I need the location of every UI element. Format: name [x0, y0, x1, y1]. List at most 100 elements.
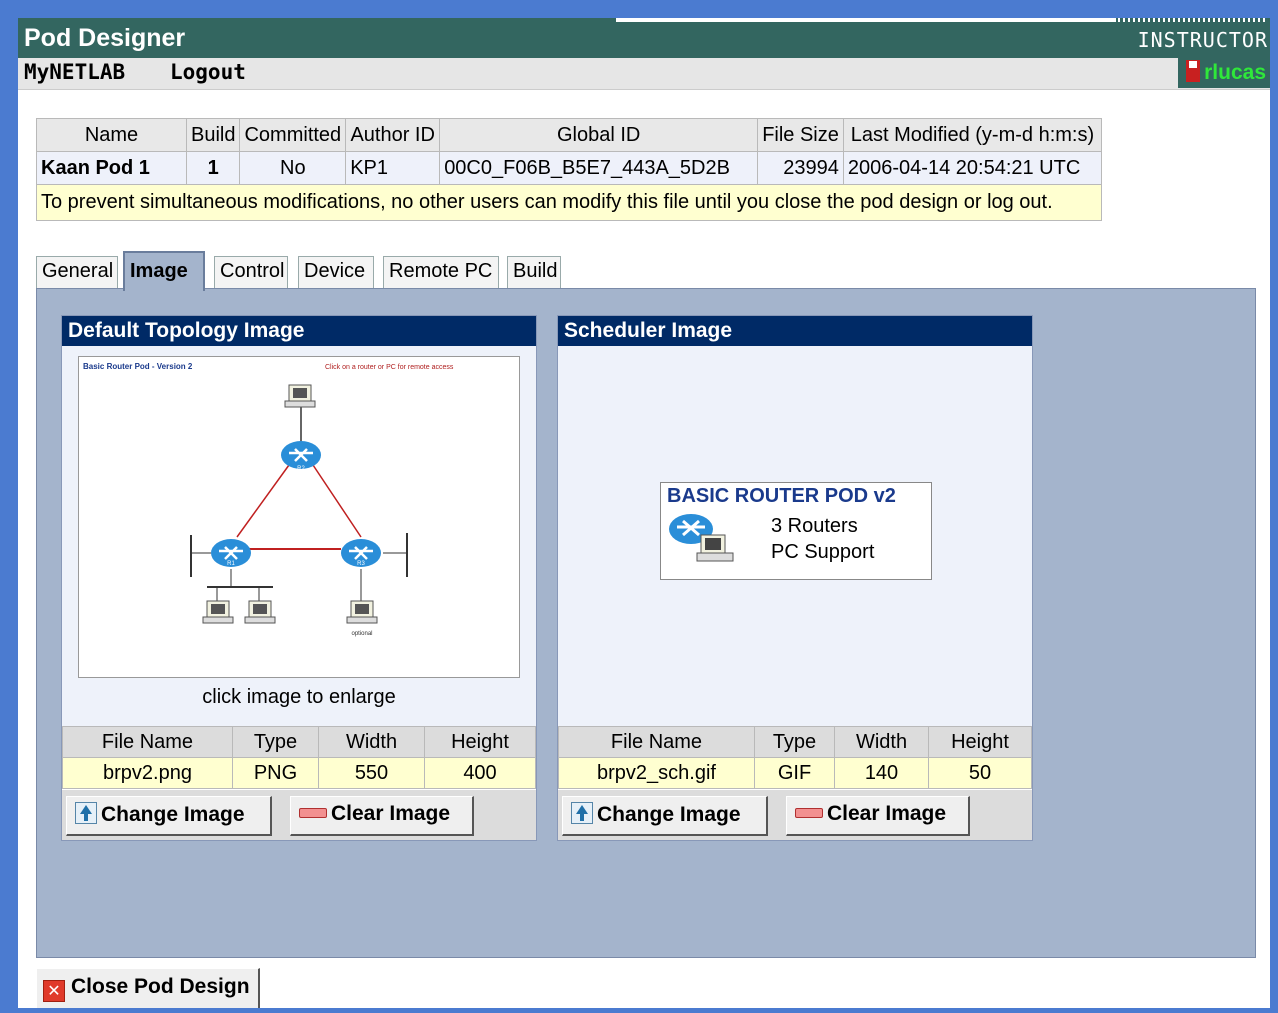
- col-committed: Committed: [239, 118, 347, 152]
- default-file-type: PNG: [232, 757, 319, 789]
- default-file-name: brpv2.png: [62, 757, 233, 789]
- pod-last-modified: 2006-04-14 20:54:21 UTC: [842, 151, 1103, 185]
- app-window: Pod Designer INSTRUCTOR MyNETLAB Logout …: [18, 18, 1270, 1008]
- change-image-label: Change Image: [101, 803, 245, 826]
- scheduler-line-pc: PC Support: [771, 541, 875, 563]
- scheduler-image-meta-table: File Name Type Width Height brpv2_sch.gi…: [558, 726, 1032, 789]
- col-width: Width: [318, 726, 425, 758]
- thumb-note: Click on a router or PC for remote acces…: [325, 364, 454, 371]
- role-label: INSTRUCTOR: [1137, 28, 1268, 52]
- close-icon: ✕: [43, 980, 65, 1002]
- table-header-row: File Name Type Width Height: [558, 726, 1032, 758]
- upload-icon: [75, 802, 97, 824]
- image-tab-panel: Default Topology Image Basic Router Pod …: [36, 288, 1256, 958]
- default-file-height: 400: [424, 757, 536, 789]
- table-row: brpv2_sch.gif GIF 140 50: [558, 757, 1032, 789]
- tab-image[interactable]: Image: [123, 251, 205, 291]
- menu-bar: MyNETLAB Logout: [18, 58, 1270, 90]
- tab-general[interactable]: General: [36, 256, 118, 290]
- r2-label: R2: [297, 466, 305, 472]
- remove-icon: [299, 808, 327, 818]
- pc-r1-b: [244, 600, 276, 624]
- pc-r3: optional: [346, 600, 378, 637]
- clear-image-label: Clear Image: [331, 802, 451, 825]
- router-r1: R1: [211, 539, 251, 567]
- tab-remote-pc[interactable]: Remote PC: [383, 256, 499, 290]
- r3-label: R3: [357, 561, 365, 567]
- col-file-name: File Name: [62, 726, 233, 758]
- col-height: Height: [424, 726, 536, 758]
- col-last-modified: Last Modified (y-m-d h:m:s): [842, 118, 1103, 152]
- default-clear-image-button[interactable]: Clear Image: [290, 796, 474, 836]
- col-type: Type: [232, 726, 319, 758]
- col-author-id: Author ID: [345, 118, 441, 152]
- default-topology-title: Default Topology Image: [62, 316, 536, 346]
- router-pc-icon: [669, 514, 734, 562]
- remove-icon: [795, 808, 823, 818]
- upload-icon: [571, 802, 593, 824]
- pc-r3-caption: optional: [351, 631, 372, 637]
- close-pod-design-button[interactable]: ✕ Close Pod Design: [36, 968, 260, 1008]
- col-name: Name: [36, 118, 187, 152]
- scheduler-box-title: BASIC ROUTER POD v2: [667, 485, 896, 507]
- app-title: Pod Designer: [24, 24, 186, 52]
- link-r2-r3: [312, 464, 362, 538]
- table-header-row: File Name Type Width Height: [62, 726, 536, 758]
- enlarge-caption: click image to enlarge: [202, 686, 396, 708]
- tab-build[interactable]: Build: [507, 256, 561, 290]
- scheduler-clear-image-button[interactable]: Clear Image: [786, 796, 970, 836]
- table-header-row: Name Build Committed Author ID Global ID…: [36, 118, 1103, 152]
- scheduler-change-image-button[interactable]: Change Image: [562, 796, 768, 836]
- scheduler-file-name: brpv2_sch.gif: [558, 757, 755, 789]
- user-name: rlucas: [1204, 61, 1266, 84]
- default-topology-panel: Default Topology Image Basic Router Pod …: [61, 315, 537, 841]
- topology-thumbnail[interactable]: Basic Router Pod - Version 2 Click on a …: [78, 356, 520, 678]
- col-width: Width: [834, 726, 929, 758]
- r1-label: R1: [227, 561, 235, 567]
- scheduler-line-routers: 3 Routers: [771, 515, 858, 537]
- col-global-id: Global ID: [439, 118, 759, 152]
- pod-author-id: KP1: [345, 151, 441, 185]
- menu-mynetlab[interactable]: MyNETLAB: [24, 60, 125, 84]
- thumb-title: Basic Router Pod - Version 2: [83, 362, 193, 371]
- tab-control[interactable]: Control: [214, 256, 288, 290]
- pod-file-size: 23994: [757, 151, 844, 185]
- scheduler-file-height: 50: [928, 757, 1032, 789]
- clear-image-label: Clear Image: [827, 802, 947, 825]
- change-image-label: Change Image: [597, 803, 741, 826]
- pod-global-id: 00C0_F06B_B5E7_443A_5D2B: [439, 151, 759, 185]
- lock-notice: To prevent simultaneous modifications, n…: [36, 184, 1102, 221]
- default-image-meta-table: File Name Type Width Height brpv2.png PN…: [62, 726, 536, 789]
- col-type: Type: [754, 726, 835, 758]
- pod-file-info-table: Name Build Committed Author ID Global ID…: [36, 118, 1103, 221]
- col-file-size: File Size: [757, 118, 844, 152]
- col-height: Height: [928, 726, 1032, 758]
- router-r3: R3: [341, 539, 381, 567]
- menu-logout[interactable]: Logout: [170, 60, 246, 84]
- pc-top: [284, 384, 316, 408]
- scheduler-image-title: Scheduler Image: [558, 316, 1032, 346]
- table-row: Kaan Pod 1 1 No KP1 00C0_F06B_B5E7_443A_…: [36, 151, 1103, 185]
- scheduler-image-preview[interactable]: BASIC ROUTER POD v2 3 Routers PC Support: [660, 482, 932, 580]
- tab-device[interactable]: Device: [298, 256, 374, 290]
- scheduler-file-width: 140: [834, 757, 929, 789]
- scheduler-image-panel: Scheduler Image BASIC ROUTER POD v2 3 Ro…: [557, 315, 1033, 841]
- scheduler-image-body: BASIC ROUTER POD v2 3 Routers PC Support: [558, 346, 1032, 726]
- topology-diagram: Basic Router Pod - Version 2 Click on a …: [83, 362, 454, 637]
- user-badge[interactable]: rlucas: [1178, 58, 1270, 88]
- default-file-width: 550: [318, 757, 425, 789]
- notice-row: To prevent simultaneous modifications, n…: [36, 184, 1102, 221]
- header-swoosh: [616, 18, 1116, 22]
- close-pod-design-label: Close Pod Design: [71, 975, 250, 998]
- col-file-name: File Name: [558, 726, 755, 758]
- col-build: Build: [185, 118, 241, 152]
- user-icon: [1186, 60, 1201, 82]
- role-decoration: [1118, 18, 1268, 22]
- link-r2-r1: [236, 464, 290, 538]
- pod-committed: No: [239, 151, 347, 185]
- pc-r1-a: [202, 600, 234, 624]
- title-bar: Pod Designer INSTRUCTOR: [18, 18, 1270, 58]
- scheduler-image-actions: Change Image Clear Image: [558, 790, 1032, 840]
- default-change-image-button[interactable]: Change Image: [66, 796, 272, 836]
- pod-build: 1: [185, 151, 241, 185]
